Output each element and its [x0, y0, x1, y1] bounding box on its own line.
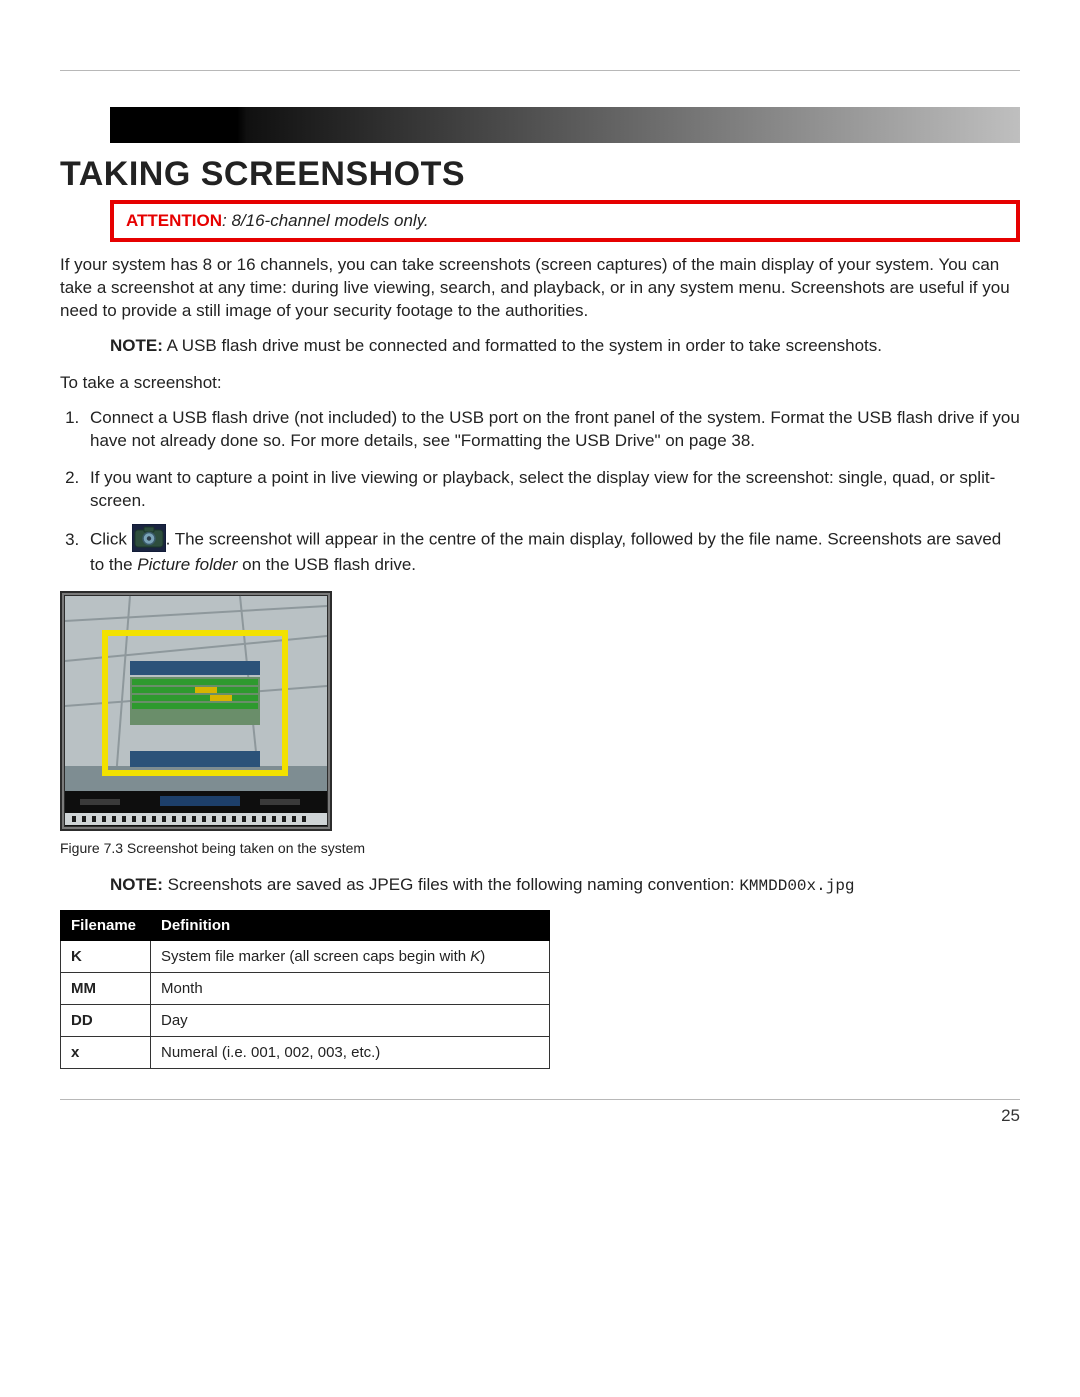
cell-filename: DD: [61, 1004, 151, 1036]
step3-tail: on the USB flash drive.: [237, 555, 416, 574]
step-item: If you want to capture a point in live v…: [84, 467, 1020, 513]
camera-icon: [132, 524, 166, 552]
table-row: MM Month: [61, 972, 550, 1004]
cell-definition: System file marker (all screen caps begi…: [151, 940, 550, 972]
page-number: 25: [1001, 1106, 1020, 1125]
figure-caption: Figure 7.3 Screenshot being taken on the…: [60, 840, 1020, 856]
table-row: K System file marker (all screen caps be…: [61, 940, 550, 972]
table-row: DD Day: [61, 1004, 550, 1036]
page-title: TAKING SCREENSHOTS: [60, 155, 1020, 194]
document-page: TAKING SCREENSHOTS ATTENTION: 8/16-chann…: [0, 0, 1080, 1166]
cell-definition: Numeral (i.e. 001, 002, 003, etc.): [151, 1036, 550, 1068]
note2-label: NOTE:: [110, 875, 163, 894]
note2-text: Screenshots are saved as JPEG files with…: [163, 875, 739, 894]
table-row: x Numeral (i.e. 001, 002, 003, etc.): [61, 1036, 550, 1068]
table-header-row: Filename Definition: [61, 910, 550, 940]
page-footer: 25: [60, 1099, 1020, 1126]
steps-list: Connect a USB flash drive (not included)…: [60, 407, 1020, 578]
attention-text: : 8/16-channel models only.: [222, 211, 429, 230]
screenshot-image: [60, 591, 332, 831]
cell-filename: MM: [61, 972, 151, 1004]
cell-filename: x: [61, 1036, 151, 1068]
note-label: NOTE:: [110, 336, 163, 355]
cell-definition: Month: [151, 972, 550, 1004]
attention-label: ATTENTION: [126, 211, 222, 230]
intro-paragraph: If your system has 8 or 16 channels, you…: [60, 254, 1020, 323]
note-block: NOTE: A USB flash drive must be connecte…: [110, 335, 1020, 358]
step-item: Connect a USB flash drive (not included)…: [84, 407, 1020, 453]
screenshot-figure: [60, 591, 1020, 836]
cell-filename: K: [61, 940, 151, 972]
filename-table: Filename Definition K System file marker…: [60, 910, 550, 1069]
attention-callout: ATTENTION: 8/16-channel models only.: [110, 200, 1020, 242]
filename-convention-code: KMMDD00x.jpg: [739, 877, 854, 895]
step-item: Click . The screenshot will appear in th…: [84, 526, 1020, 577]
note-block-2: NOTE: Screenshots are saved as JPEG file…: [110, 874, 1020, 898]
note-text: A USB flash drive must be connected and …: [163, 336, 882, 355]
section-header-bar: [110, 107, 1020, 143]
top-divider: [60, 70, 1020, 71]
col-filename: Filename: [61, 910, 151, 940]
step3-pre: Click: [90, 530, 132, 549]
to-take-heading: To take a screenshot:: [60, 372, 1020, 395]
cell-definition: Day: [151, 1004, 550, 1036]
picture-folder-text: Picture folder: [137, 555, 237, 574]
col-definition: Definition: [151, 910, 550, 940]
